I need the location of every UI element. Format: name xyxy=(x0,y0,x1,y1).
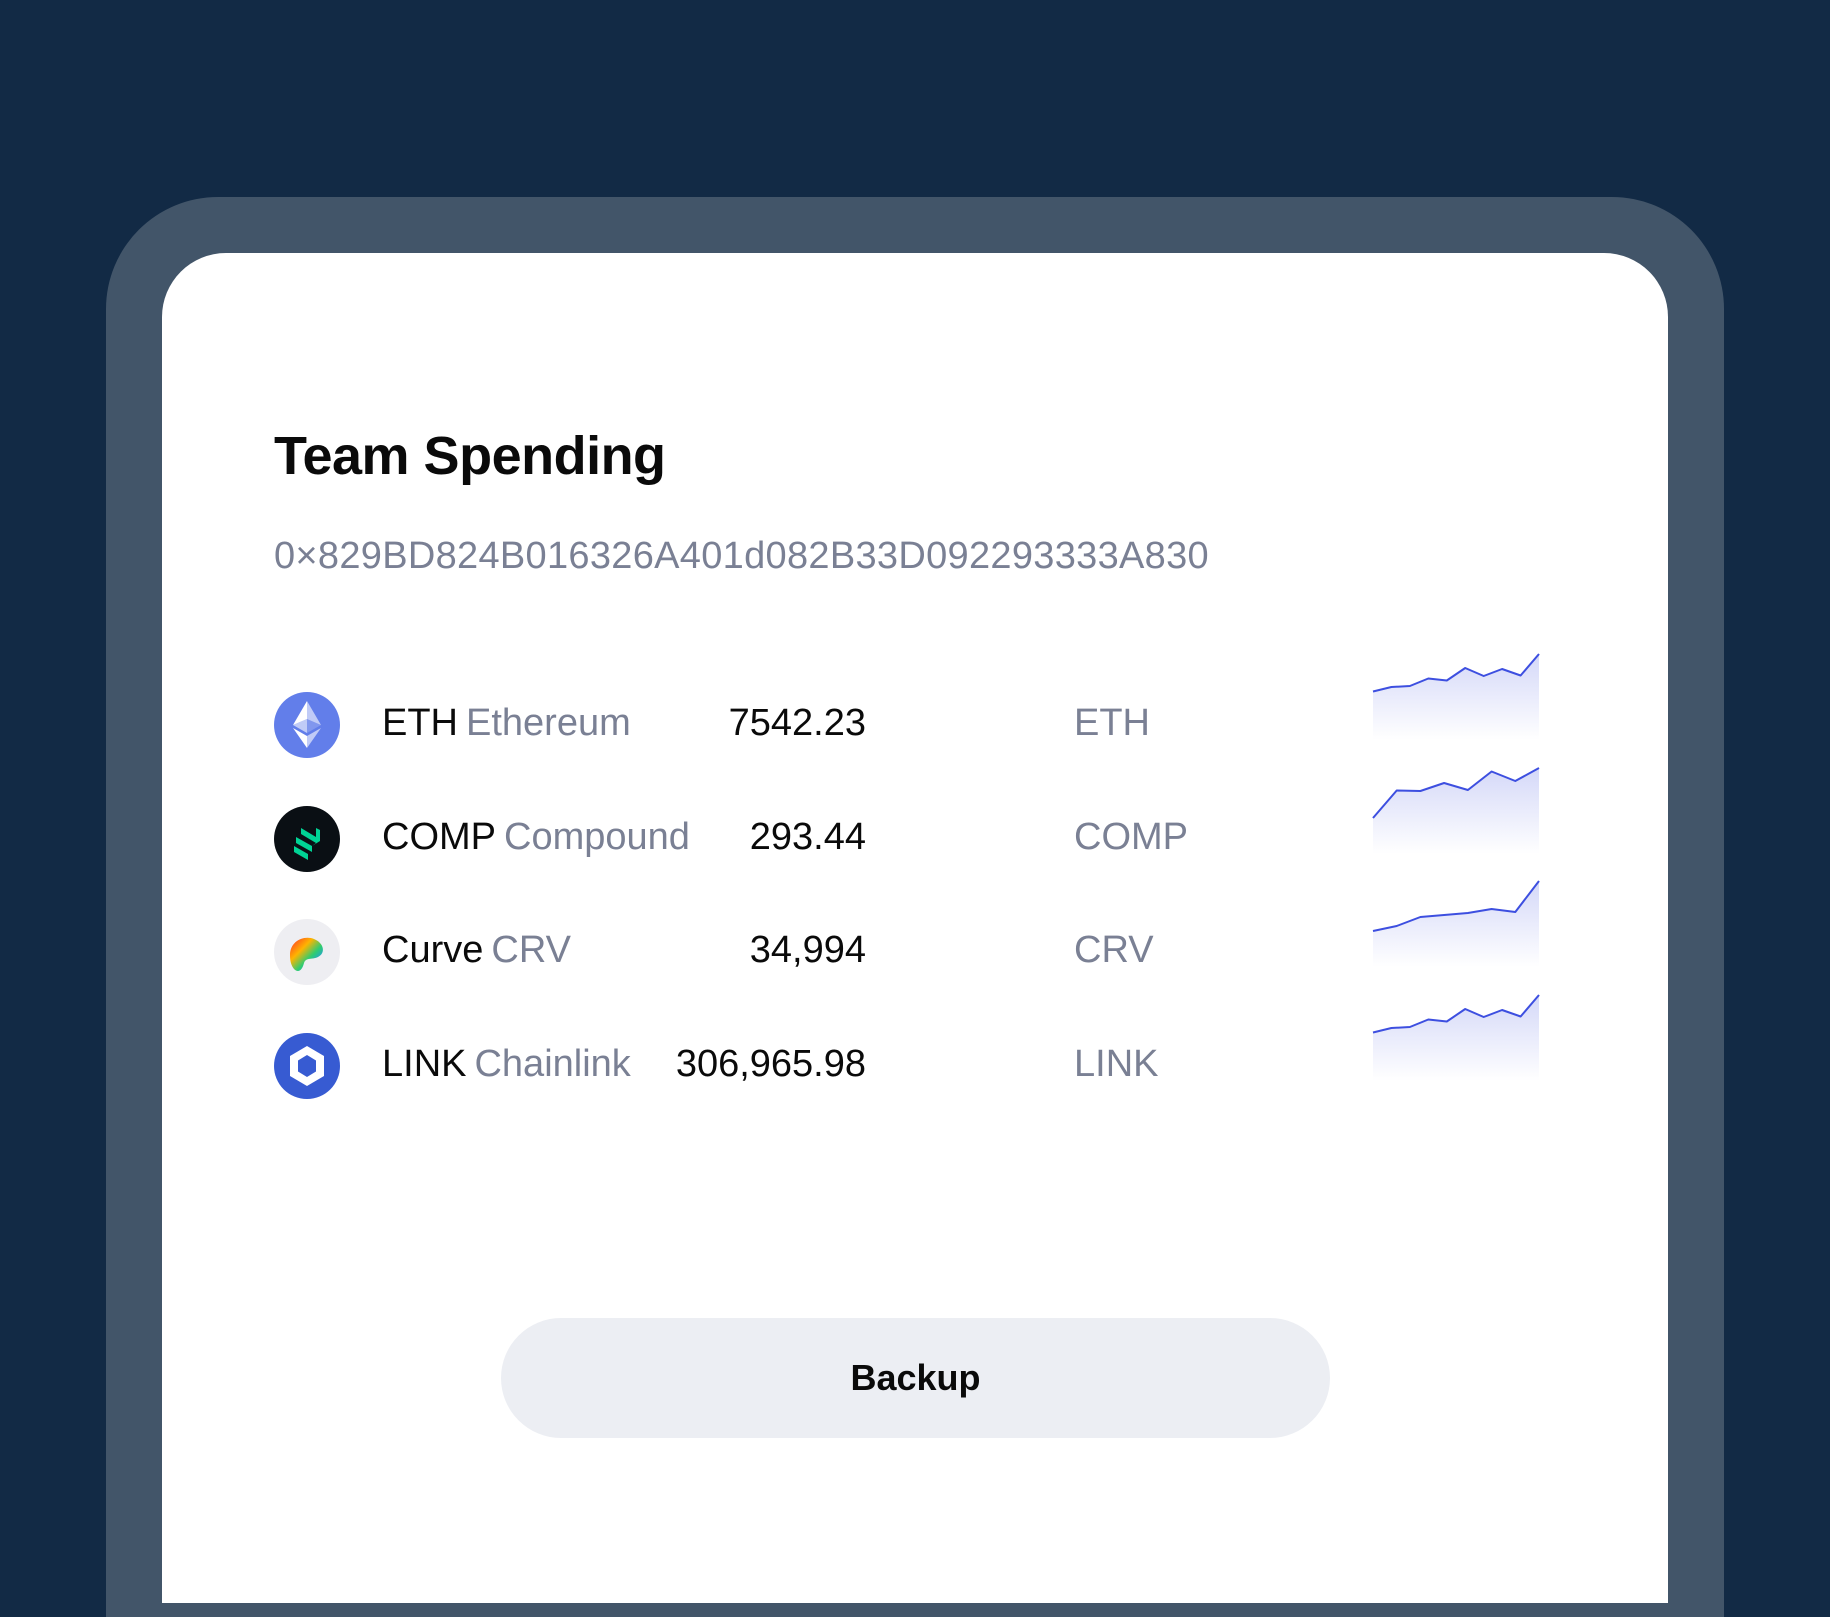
sparkline-chart xyxy=(1372,650,1540,740)
chainlink-icon xyxy=(274,1033,340,1099)
asset-name: COMP Compound xyxy=(382,816,690,859)
sparkline-chart xyxy=(1372,991,1540,1081)
asset-amount: 293.44 xyxy=(749,816,866,858)
sparkline-area xyxy=(1373,881,1539,967)
asset-symbol: LINK xyxy=(382,1043,467,1085)
asset-amount: 306,965.98 xyxy=(675,1043,866,1085)
sparkline-area xyxy=(1373,654,1539,740)
sparkline-svg xyxy=(1372,767,1540,854)
sparkline-svg xyxy=(1372,994,1540,1081)
curve-icon xyxy=(274,919,340,985)
asset-row-link[interactable]: LINK Chainlink 306,965.98 LINK xyxy=(274,994,1540,1111)
asset-fullname: Chainlink xyxy=(474,1043,631,1085)
asset-unit: LINK xyxy=(1074,1043,1159,1085)
backup-button[interactable]: Backup xyxy=(501,1318,1330,1438)
asset-fullname: CRV xyxy=(491,929,571,971)
asset-fullname: Ethereum xyxy=(466,702,631,744)
asset-row-eth[interactable]: ETH Ethereum 7542.23 ETH xyxy=(274,653,1540,770)
asset-unit: CRV xyxy=(1074,929,1154,971)
sparkline-svg xyxy=(1372,653,1540,740)
asset-unit: ETH xyxy=(1074,702,1150,744)
sparkline-chart xyxy=(1372,877,1540,967)
ethereum-icon xyxy=(274,692,340,758)
asset-unit: COMP xyxy=(1074,816,1188,858)
sparkline-svg xyxy=(1372,880,1540,967)
asset-amount: 34,994 xyxy=(749,929,866,971)
asset-row-comp[interactable]: COMP Compound 293.44 COMP xyxy=(274,767,1540,884)
sparkline-chart xyxy=(1372,764,1540,854)
asset-name: Curve CRV xyxy=(382,929,571,972)
asset-name: ETH Ethereum xyxy=(382,702,631,745)
asset-symbol: COMP xyxy=(382,816,496,858)
asset-name: LINK Chainlink xyxy=(382,1043,631,1086)
asset-symbol: ETH xyxy=(382,702,458,744)
wallet-screen: Team Spending 0×829BD824B016326A401d082B… xyxy=(162,253,1668,1603)
asset-symbol: Curve xyxy=(382,929,484,971)
asset-amount: 7542.23 xyxy=(728,702,866,744)
compound-icon xyxy=(274,806,340,872)
sparkline-area xyxy=(1373,995,1539,1081)
asset-fullname: Compound xyxy=(504,816,690,858)
asset-row-crv[interactable]: Curve CRV 34,994 CRV xyxy=(274,880,1540,997)
